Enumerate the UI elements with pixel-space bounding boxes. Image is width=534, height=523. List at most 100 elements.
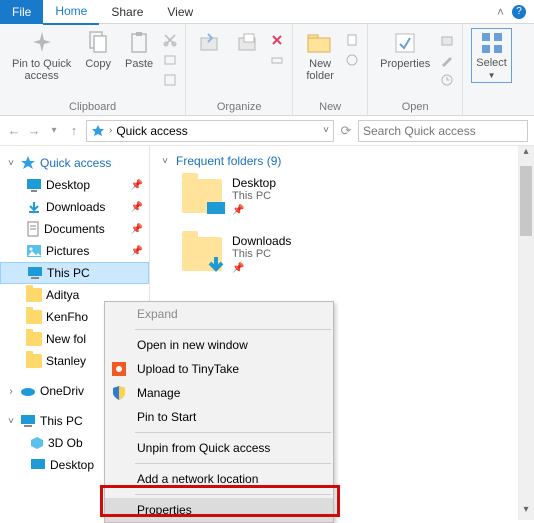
nav-recent-icon[interactable]: ▾ <box>46 125 62 136</box>
search-box[interactable] <box>358 120 528 142</box>
nav-forward-icon[interactable]: → <box>26 123 42 138</box>
tab-file[interactable]: File <box>0 0 43 24</box>
this-pc-icon <box>27 266 43 280</box>
location-bar: ← → ▾ ↑ › ˅ ⟳ <box>0 116 534 146</box>
group-new: New folder New <box>293 24 368 115</box>
ctx-expand[interactable]: Expand <box>105 302 333 326</box>
scroll-thumb[interactable] <box>520 166 532 236</box>
this-pc-icon <box>20 414 36 428</box>
pictures-icon <box>26 244 42 258</box>
frequent-item-desktop[interactable]: Desktop This PC 📌 <box>182 176 524 216</box>
ctx-open-new-window[interactable]: Open in new window <box>105 333 333 357</box>
address-bar[interactable]: › ˅ <box>86 120 334 142</box>
search-icon <box>522 124 523 138</box>
group-clipboard: Pin to Quick access Copy Paste Clipboard <box>0 24 186 115</box>
copy-path-button[interactable] <box>163 50 177 70</box>
cut-button[interactable] <box>163 30 177 50</box>
ctx-unpin-quick[interactable]: Unpin from Quick access <box>105 436 333 460</box>
onedrive-icon <box>20 385 36 397</box>
properties-button[interactable]: Properties <box>376 28 434 72</box>
chevron-down-icon: ˅ <box>6 416 16 427</box>
minimize-ribbon-icon[interactable]: ˄ <box>497 5 504 19</box>
scroll-up-icon[interactable]: ▴ <box>518 146 534 162</box>
move-to-button[interactable] <box>194 28 226 58</box>
group-label-open: Open <box>402 99 429 113</box>
pin-icon: 📌 <box>232 205 244 216</box>
pin-icon <box>29 30 55 56</box>
edit-button[interactable] <box>440 50 454 70</box>
folder-icon <box>26 288 42 302</box>
tinytake-icon <box>111 361 127 377</box>
pin-icon: 📌 <box>131 224 143 235</box>
nav-pictures[interactable]: Pictures📌 <box>0 240 149 262</box>
tab-view[interactable]: View <box>155 0 205 24</box>
nav-desktop[interactable]: Desktop📌 <box>0 174 149 196</box>
chevron-down-icon: ˅ <box>6 158 16 169</box>
paste-button[interactable]: Paste <box>121 28 157 72</box>
group-open: Properties Open <box>368 24 463 115</box>
scissors-icon <box>163 33 177 47</box>
quick-access-star-icon <box>20 155 36 171</box>
pin-to-quick-access-button[interactable]: Pin to Quick access <box>8 28 75 84</box>
nav-downloads[interactable]: Downloads📌 <box>0 196 149 218</box>
copy-icon <box>87 30 109 56</box>
ctx-add-network[interactable]: Add a network location <box>105 467 333 491</box>
copy-button[interactable]: Copy <box>81 28 115 72</box>
pin-icon: 📌 <box>232 263 244 274</box>
ctx-upload-tinytake[interactable]: Upload to TinyTake <box>105 357 333 381</box>
desktop-icon <box>26 178 42 192</box>
group-label-clipboard: Clipboard <box>69 99 116 113</box>
tab-bar: File Home Share View ˄ ? <box>0 0 534 24</box>
ctx-manage[interactable]: Manage <box>105 381 333 405</box>
ribbon: Pin to Quick access Copy Paste Clipboard <box>0 24 534 116</box>
ctx-pin-start[interactable]: Pin to Start <box>105 405 333 429</box>
address-dropdown-icon[interactable]: ˅ <box>323 125 329 136</box>
rename-icon <box>270 53 284 67</box>
scrollbar[interactable]: ▴ ▾ <box>518 146 534 520</box>
pin-icon: 📌 <box>131 246 143 257</box>
refresh-icon[interactable]: ⟳ <box>338 123 354 139</box>
desktop-icon <box>30 458 46 472</box>
nav-quick-access[interactable]: ˅ Quick access <box>0 152 149 174</box>
group-organize: Organize <box>186 24 293 115</box>
downloads-icon <box>26 200 42 214</box>
copy-to-button[interactable] <box>232 28 264 58</box>
address-input[interactable] <box>116 124 319 138</box>
folder-icon <box>26 310 42 324</box>
help-icon[interactable]: ? <box>512 5 526 19</box>
delete-button[interactable] <box>270 30 284 50</box>
search-input[interactable] <box>363 124 518 138</box>
folder-icon <box>182 179 222 213</box>
group-select: Select ▼ <box>463 24 520 115</box>
open-icon <box>440 33 454 47</box>
paste-shortcut-button[interactable] <box>163 70 177 90</box>
new-folder-button[interactable]: New folder <box>301 28 339 84</box>
tab-share[interactable]: Share <box>99 0 155 24</box>
pin-icon: 📌 <box>131 202 143 213</box>
select-button[interactable]: Select ▼ <box>471 28 512 83</box>
frequent-item-downloads[interactable]: Downloads This PC 📌 <box>182 234 524 274</box>
chevron-down-icon: ˅ <box>160 156 170 167</box>
nav-back-icon[interactable]: ← <box>6 123 22 138</box>
tab-home[interactable]: Home <box>43 0 99 25</box>
documents-icon <box>26 221 40 237</box>
frequent-folders-header[interactable]: ˅ Frequent folders (9) <box>160 154 524 168</box>
open-button[interactable] <box>440 30 454 50</box>
shield-icon <box>111 385 127 401</box>
rename-button[interactable] <box>270 50 284 70</box>
folder-icon <box>182 237 222 271</box>
nav-this-pc[interactable]: This PC <box>0 262 149 284</box>
shortcut-icon <box>163 73 177 87</box>
move-icon <box>198 30 222 56</box>
ctx-properties[interactable]: Properties <box>105 498 333 522</box>
new-item-button[interactable] <box>345 30 359 50</box>
easy-access-button[interactable] <box>345 50 359 70</box>
nav-documents[interactable]: Documents📌 <box>0 218 149 240</box>
easy-access-icon <box>345 53 359 67</box>
delete-icon <box>270 33 284 47</box>
paste-icon <box>128 30 150 56</box>
nav-up-icon[interactable]: ↑ <box>66 123 82 138</box>
scroll-down-icon[interactable]: ▾ <box>518 504 534 520</box>
history-button[interactable] <box>440 70 454 90</box>
group-label-organize: Organize <box>217 99 262 113</box>
